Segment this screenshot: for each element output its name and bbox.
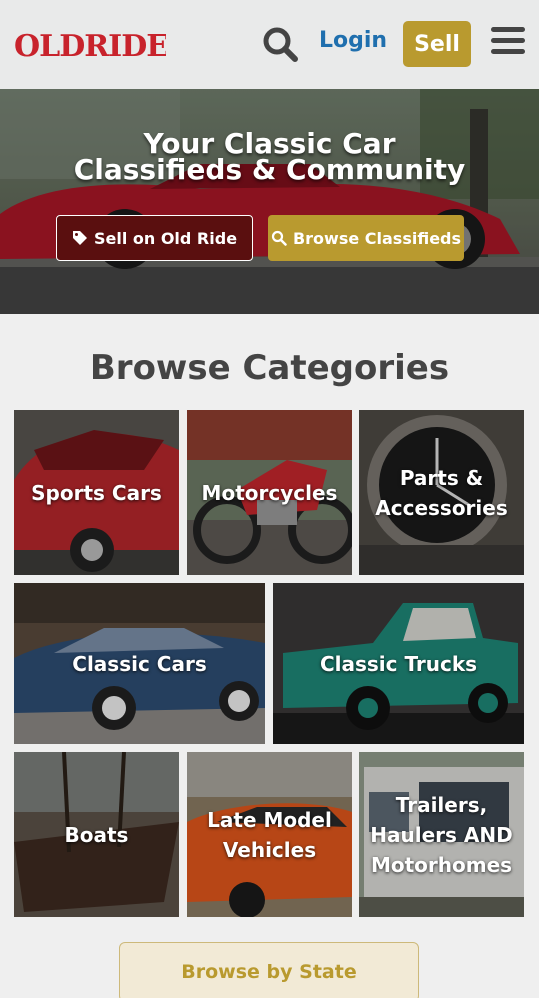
search-button[interactable]: [260, 24, 300, 64]
category-label: Late Model Vehicles: [207, 807, 332, 862]
category-label: Trailers, Haulers AND Motorhomes: [370, 792, 513, 877]
browse-classifieds-label: Browse Classifieds: [292, 228, 462, 248]
sell-on-old-ride-button[interactable]: Sell on Old Ride: [56, 215, 253, 261]
hero-background-image: [0, 89, 539, 314]
category-label: Motorcycles: [201, 480, 338, 505]
browse-categories-title: Browse Categories: [89, 348, 450, 388]
search-icon: [263, 27, 298, 62]
login-link[interactable]: Login: [319, 28, 387, 53]
hero-banner: Your Classic Car Classifieds & Community…: [0, 89, 539, 314]
category-motorcycles[interactable]: Motorcycles: [187, 410, 352, 575]
category-label: Classic Trucks: [319, 651, 478, 676]
category-label: Sports Cars: [31, 480, 162, 505]
category-classic-cars[interactable]: Classic Cars: [14, 583, 265, 744]
hamburger-menu-icon[interactable]: [491, 27, 525, 59]
oldride-logo[interactable]: OLDRIDE: [14, 24, 166, 64]
category-label: Classic Cars: [72, 651, 207, 676]
tag-icon: [72, 231, 87, 245]
category-late-model-vehicles[interactable]: Late Model Vehicles: [187, 752, 352, 917]
category-boats[interactable]: Boats: [14, 752, 179, 917]
sell-button[interactable]: Sell: [403, 21, 471, 67]
category-trailers-haulers-motorhomes[interactable]: Trailers, Haulers AND Motorhomes: [359, 752, 524, 917]
browse-by-state-button[interactable]: Browse by State: [119, 942, 419, 998]
logo-text: OLDRIDE: [14, 29, 166, 64]
category-label: Boats: [64, 822, 129, 847]
browse-classifieds-button[interactable]: Browse Classifieds: [268, 215, 464, 261]
category-classic-trucks[interactable]: Classic Trucks: [273, 583, 524, 744]
category-label: Parts & Accessories: [375, 465, 508, 520]
search-icon: [271, 230, 287, 246]
category-parts-accessories[interactable]: Parts & Accessories: [359, 410, 524, 575]
hero-title-line2: Classifieds & Community: [73, 153, 466, 186]
sell-on-old-ride-label: Sell on Old Ride: [93, 228, 238, 248]
category-sports-cars[interactable]: Sports Cars: [14, 410, 179, 575]
site-header: OLDRIDE Login Sell: [0, 0, 539, 89]
